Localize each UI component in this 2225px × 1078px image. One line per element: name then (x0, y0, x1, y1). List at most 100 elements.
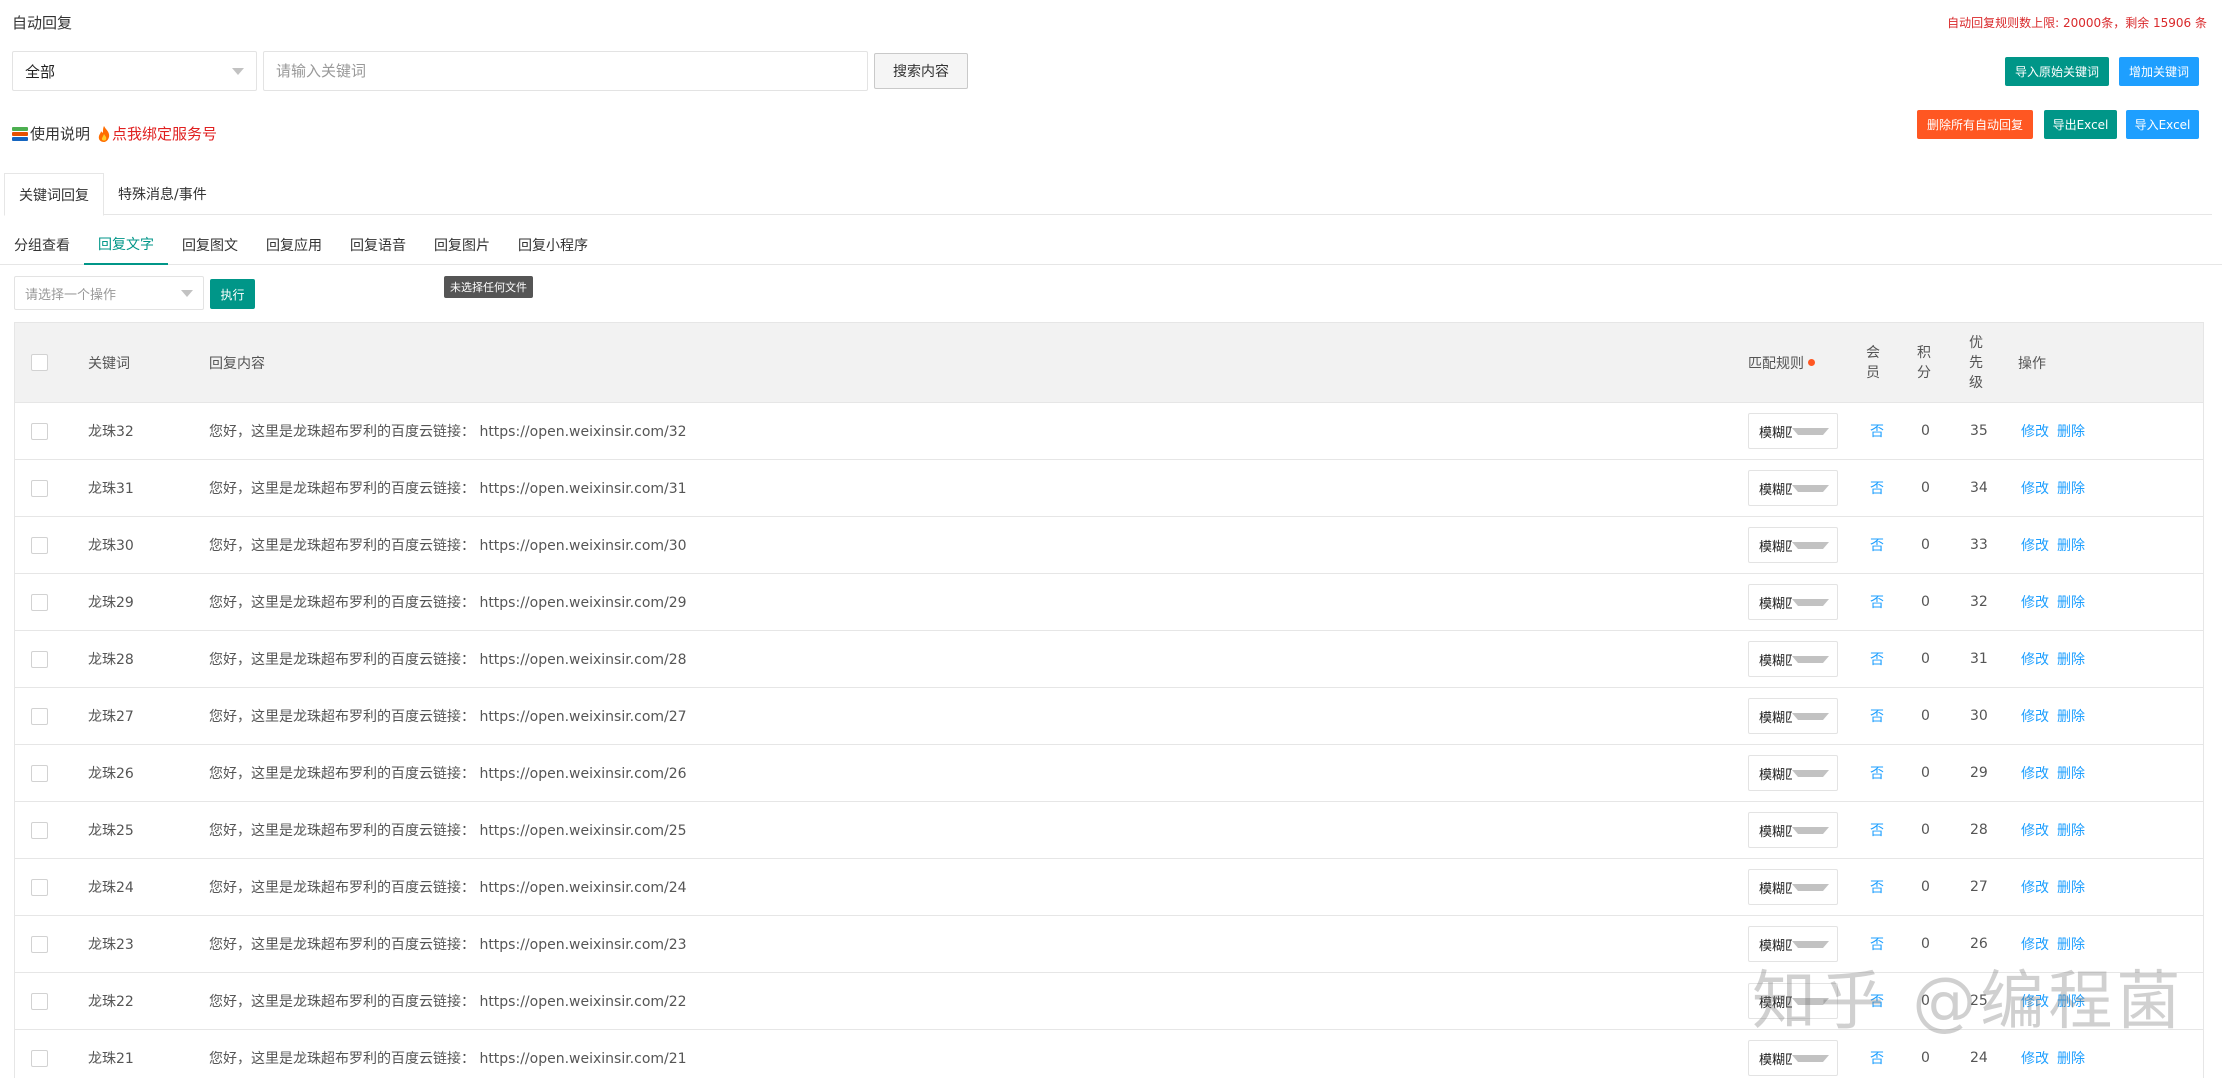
row-checkbox[interactable] (31, 479, 48, 497)
import-original-keywords-button[interactable]: 导入原始关键词 (2005, 57, 2109, 86)
row-checkbox[interactable] (31, 764, 48, 782)
chevron-down-icon (1792, 484, 1829, 492)
row-checkbox[interactable] (31, 422, 48, 440)
table-row: 龙珠29 您好，这里是龙珠超布罗利的百度云链接： https://open.wei… (15, 574, 2203, 631)
match-rule-select[interactable]: 模糊匹配 (1748, 812, 1838, 848)
tab-special-events[interactable]: 特殊消息/事件 (104, 173, 221, 215)
delete-link[interactable]: 删除 (2057, 421, 2085, 441)
tab-reply-app[interactable]: 回复应用 (252, 225, 336, 265)
match-rule-select[interactable]: 模糊匹配 (1748, 584, 1838, 620)
bind-service-account-link[interactable]: 点我绑定服务号 (112, 123, 217, 144)
row-checkbox[interactable] (31, 650, 48, 668)
bulk-action-placeholder: 请选择一个操作 (25, 287, 117, 303)
tab-group-view[interactable]: 分组查看 (0, 225, 84, 265)
add-keyword-button[interactable]: 增加关键词 (2119, 57, 2199, 86)
table-row: 龙珠28 您好，这里是龙珠超布罗利的百度云链接： https://open.wei… (15, 631, 2203, 688)
edit-link[interactable]: 修改 (2021, 763, 2049, 783)
member-toggle[interactable]: 否 (1870, 802, 1884, 858)
tab-reply-text[interactable]: 回复文字 (84, 225, 168, 265)
row-checkbox[interactable] (31, 593, 48, 611)
header-priority-char: 级 (1969, 374, 1983, 391)
match-rule-select[interactable]: 模糊匹配 (1748, 641, 1838, 677)
match-rule-select[interactable]: 模糊匹配 (1748, 698, 1838, 734)
member-toggle[interactable]: 否 (1870, 745, 1884, 801)
delete-link[interactable]: 删除 (2057, 763, 2085, 783)
edit-link[interactable]: 修改 (2021, 706, 2049, 726)
match-rule-select[interactable]: 模糊匹配 (1748, 413, 1838, 449)
import-excel-button[interactable]: 导入Excel (2126, 110, 2199, 139)
delete-link[interactable]: 删除 (2057, 535, 2085, 555)
row-content: 您好，这里是龙珠超布罗利的百度云链接： https://open.weixins… (209, 937, 687, 953)
delete-link[interactable]: 删除 (2057, 478, 2085, 498)
row-checkbox[interactable] (31, 878, 48, 896)
member-toggle[interactable]: 否 (1870, 460, 1884, 516)
match-rule-value: 模糊匹配 (1759, 539, 1792, 555)
usage-guide-link[interactable]: 使用说明 (30, 123, 90, 144)
delete-link[interactable]: 删除 (2057, 706, 2085, 726)
match-rule-select[interactable]: 模糊匹配 (1748, 1040, 1838, 1076)
match-rule-select[interactable]: 模糊匹配 (1748, 755, 1838, 791)
execute-button[interactable]: 执行 (210, 279, 255, 309)
member-toggle[interactable]: 否 (1870, 859, 1884, 915)
delete-link[interactable]: 删除 (2057, 877, 2085, 897)
edit-link[interactable]: 修改 (2021, 592, 2049, 612)
group-select[interactable]: 全部 (12, 51, 257, 91)
tab-reply-miniprogram[interactable]: 回复小程序 (504, 225, 602, 265)
row-checkbox[interactable] (31, 821, 48, 839)
export-excel-button[interactable]: 导出Excel (2044, 110, 2117, 139)
edit-link[interactable]: 修改 (2021, 535, 2049, 555)
header-points-char: 分 (1917, 364, 1931, 381)
delete-link[interactable]: 删除 (2057, 1048, 2085, 1068)
row-points: 0 (1921, 651, 1930, 667)
chevron-down-icon (1792, 655, 1829, 663)
tab-keyword-reply[interactable]: 关键词回复 (4, 173, 104, 216)
match-rule-select[interactable]: 模糊匹配 (1748, 527, 1838, 563)
select-all-checkbox[interactable] (31, 354, 48, 371)
row-checkbox[interactable] (31, 536, 48, 554)
table-row: 龙珠32 您好，这里是龙珠超布罗利的百度云链接： https://open.wei… (15, 403, 2203, 460)
header-priority-char: 先 (1969, 354, 1983, 371)
row-content: 您好，这里是龙珠超布罗利的百度云链接： https://open.weixins… (209, 538, 687, 554)
edit-link[interactable]: 修改 (2021, 820, 2049, 840)
table-row: 龙珠27 您好，这里是龙珠超布罗利的百度云链接： https://open.wei… (15, 688, 2203, 745)
keyword-search-input[interactable] (263, 51, 868, 91)
delete-link[interactable]: 删除 (2057, 592, 2085, 612)
row-keyword: 龙珠23 (88, 937, 134, 953)
table-row: 龙珠26 您好，这里是龙珠超布罗利的百度云链接： https://open.wei… (15, 745, 2203, 802)
chevron-down-icon (1792, 598, 1829, 606)
chevron-down-icon (1792, 940, 1829, 948)
chevron-down-icon (1792, 769, 1829, 777)
secondary-tabs: 分组查看 回复文字 回复图文 回复应用 回复语音 回复图片 回复小程序 (0, 225, 2222, 265)
delete-all-replies-button[interactable]: 删除所有自动回复 (1917, 110, 2033, 139)
member-toggle[interactable]: 否 (1870, 403, 1884, 459)
match-rule-select[interactable]: 模糊匹配 (1748, 869, 1838, 905)
member-toggle[interactable]: 否 (1870, 631, 1884, 687)
row-checkbox[interactable] (31, 1049, 48, 1067)
row-points: 0 (1921, 708, 1930, 724)
row-checkbox[interactable] (31, 992, 48, 1010)
tab-reply-news[interactable]: 回复图文 (168, 225, 252, 265)
header-priority-char: 优 (1969, 334, 1983, 351)
edit-link[interactable]: 修改 (2021, 649, 2049, 669)
row-keyword: 龙珠29 (88, 595, 134, 611)
tab-reply-image[interactable]: 回复图片 (420, 225, 504, 265)
delete-link[interactable]: 删除 (2057, 649, 2085, 669)
row-checkbox[interactable] (31, 935, 48, 953)
fire-icon (98, 125, 110, 142)
member-toggle[interactable]: 否 (1870, 688, 1884, 744)
match-rule-select[interactable]: 模糊匹配 (1748, 470, 1838, 506)
row-checkbox[interactable] (31, 707, 48, 725)
member-toggle[interactable]: 否 (1870, 517, 1884, 573)
tab-reply-voice[interactable]: 回复语音 (336, 225, 420, 265)
edit-link[interactable]: 修改 (2021, 877, 2049, 897)
bulk-action-select[interactable]: 请选择一个操作 (14, 276, 204, 310)
edit-link[interactable]: 修改 (2021, 1048, 2049, 1068)
chevron-down-icon (1792, 712, 1829, 720)
edit-link[interactable]: 修改 (2021, 478, 2049, 498)
edit-link[interactable]: 修改 (2021, 421, 2049, 441)
chevron-down-icon (1792, 427, 1829, 435)
search-button[interactable]: 搜索内容 (874, 53, 968, 89)
row-content: 您好，这里是龙珠超布罗利的百度云链接： https://open.weixins… (209, 766, 687, 782)
delete-link[interactable]: 删除 (2057, 820, 2085, 840)
member-toggle[interactable]: 否 (1870, 574, 1884, 630)
